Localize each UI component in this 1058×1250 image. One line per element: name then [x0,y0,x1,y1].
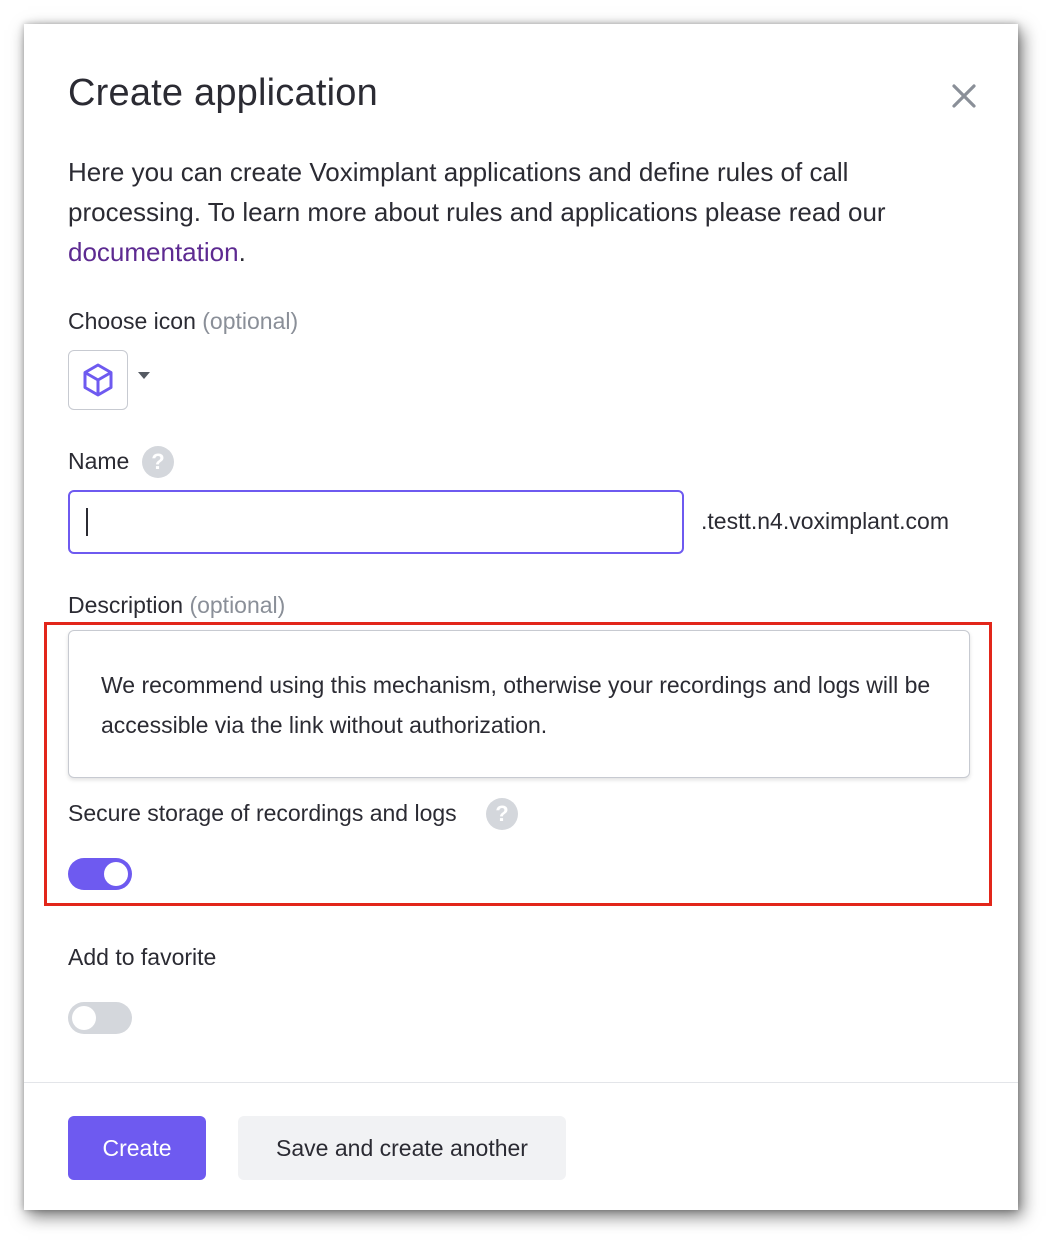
name-input[interactable] [68,490,684,554]
intro-text: Here you can create Voximplant applicati… [68,152,968,272]
secure-storage-toggle[interactable] [68,858,132,890]
text-cursor [86,508,88,536]
cube-icon [83,363,113,397]
icon-picker-chevron-down-icon[interactable] [138,372,150,379]
intro-end: . [238,237,246,267]
icon-picker-button[interactable] [68,350,128,410]
description-label-text: Description [68,592,184,618]
create-button[interactable]: Create [68,1116,206,1180]
footer-divider [24,1082,1018,1083]
description-textarea[interactable]: We recommend using this mechanism, other… [68,630,970,778]
create-application-dialog: Create application Here you can create V… [24,24,1018,1210]
description-optional: (optional) [189,592,286,618]
name-help-icon[interactable]: ? [142,446,174,478]
dialog-title: Create application [68,72,378,114]
favorite-toggle[interactable] [68,1002,132,1034]
choose-icon-label-text: Choose icon [68,308,196,334]
documentation-link[interactable]: documentation [68,237,239,267]
favorite-label: Add to favorite [68,944,217,970]
choose-icon-label: Choose icon (optional) [68,308,298,335]
name-label: Name [68,448,130,474]
save-and-create-another-button[interactable]: Save and create another [238,1116,566,1180]
description-label: Description (optional) [68,592,285,619]
close-button[interactable] [946,78,982,114]
secure-storage-help-icon[interactable]: ? [486,798,518,830]
intro-body: Here you can create Voximplant applicati… [68,157,886,227]
close-icon [952,84,976,108]
domain-suffix: .testt.n4.voximplant.com [701,508,949,534]
toggle-knob [104,862,128,886]
secure-storage-label: Secure storage of recordings and logs [68,800,457,826]
toggle-knob [72,1006,96,1030]
choose-icon-optional: (optional) [202,308,299,334]
